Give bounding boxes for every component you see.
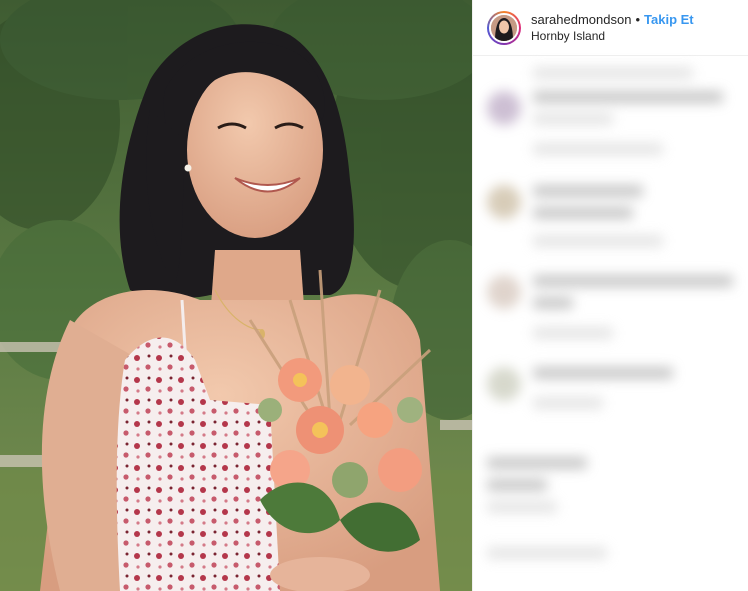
instagram-post: sarahedmondson • Takip Et Hornby Island	[0, 0, 748, 591]
post-header-line: sarahedmondson • Takip Et	[531, 12, 694, 28]
post-image	[0, 0, 472, 591]
post-photo[interactable]	[0, 0, 472, 591]
comment-row	[487, 275, 733, 349]
comment-row	[487, 185, 663, 257]
comment-row	[487, 367, 673, 419]
post-sidebar: sarahedmondson • Takip Et Hornby Island	[472, 0, 748, 591]
post-header: sarahedmondson • Takip Et Hornby Island	[473, 0, 748, 56]
username-link[interactable]: sarahedmondson	[531, 12, 631, 27]
avatar[interactable]	[487, 10, 521, 45]
comments-blurred	[473, 57, 748, 591]
comment-row	[487, 91, 723, 165]
comment-row	[487, 67, 693, 89]
post-header-meta: sarahedmondson • Takip Et Hornby Island	[531, 12, 694, 44]
separator-dot: •	[635, 11, 641, 27]
follow-button[interactable]: Takip Et	[644, 12, 694, 27]
profile-photo-icon	[491, 14, 517, 41]
location-link[interactable]: Hornby Island	[531, 28, 694, 44]
comment-row	[487, 547, 607, 569]
avatar-image	[489, 12, 519, 43]
comment-row	[487, 457, 587, 523]
